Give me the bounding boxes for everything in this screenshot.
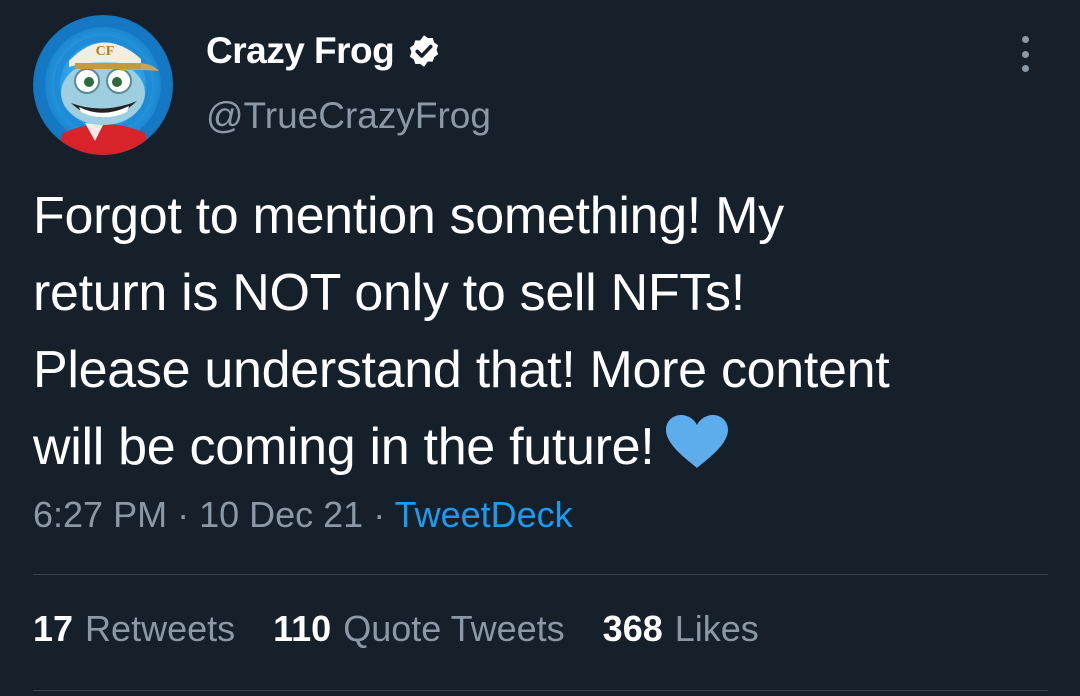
tweet-text-block: Forgot to mention something! My return i… (33, 178, 1063, 486)
divider (33, 574, 1048, 575)
tweet-date[interactable]: 10 Dec 21 (199, 494, 363, 535)
tweet-source-link[interactable]: TweetDeck (395, 494, 573, 535)
retweets-count: 17 (33, 608, 74, 649)
divider (33, 690, 1048, 691)
retweets-label: Retweets (85, 608, 236, 649)
meta-separator: · (177, 494, 200, 535)
more-dot (1021, 65, 1029, 72)
likes-count: 368 (602, 608, 663, 649)
blue-heart-icon (666, 415, 729, 468)
quote-tweets-stat[interactable]: 110 Quote Tweets (273, 608, 565, 650)
retweets-stat[interactable]: 17 Retweets (33, 608, 235, 650)
tweet-time[interactable]: 6:27 PM (33, 494, 167, 535)
avatar[interactable]: CF (33, 15, 173, 155)
author-handle[interactable]: @TrueCrazyFrog (206, 95, 491, 137)
quote-tweets-label: Quote Tweets (343, 608, 565, 649)
tweet-stats: 17 Retweets 110 Quote Tweets 368 Likes (33, 608, 759, 650)
meta-separator: · (373, 494, 395, 535)
more-dot (1021, 50, 1029, 58)
tweet-text: Forgot to mention something! My return i… (33, 187, 890, 476)
author-display-name-row[interactable]: Crazy Frog (206, 30, 442, 72)
more-dot (1021, 36, 1029, 43)
verified-badge-icon (410, 35, 439, 67)
svg-text:CF: CF (96, 44, 115, 59)
crazy-frog-avatar-image: CF (37, 19, 169, 155)
likes-stat[interactable]: 368 Likes (603, 608, 759, 650)
likes-label: Likes (674, 608, 759, 649)
tweet-metadata: 6:27 PM · 10 Dec 21 · TweetDeck (33, 494, 573, 536)
author-display-name[interactable]: Crazy Frog (206, 30, 395, 72)
quote-tweets-count: 110 (273, 608, 332, 649)
more-options-icon[interactable] (1010, 36, 1040, 72)
